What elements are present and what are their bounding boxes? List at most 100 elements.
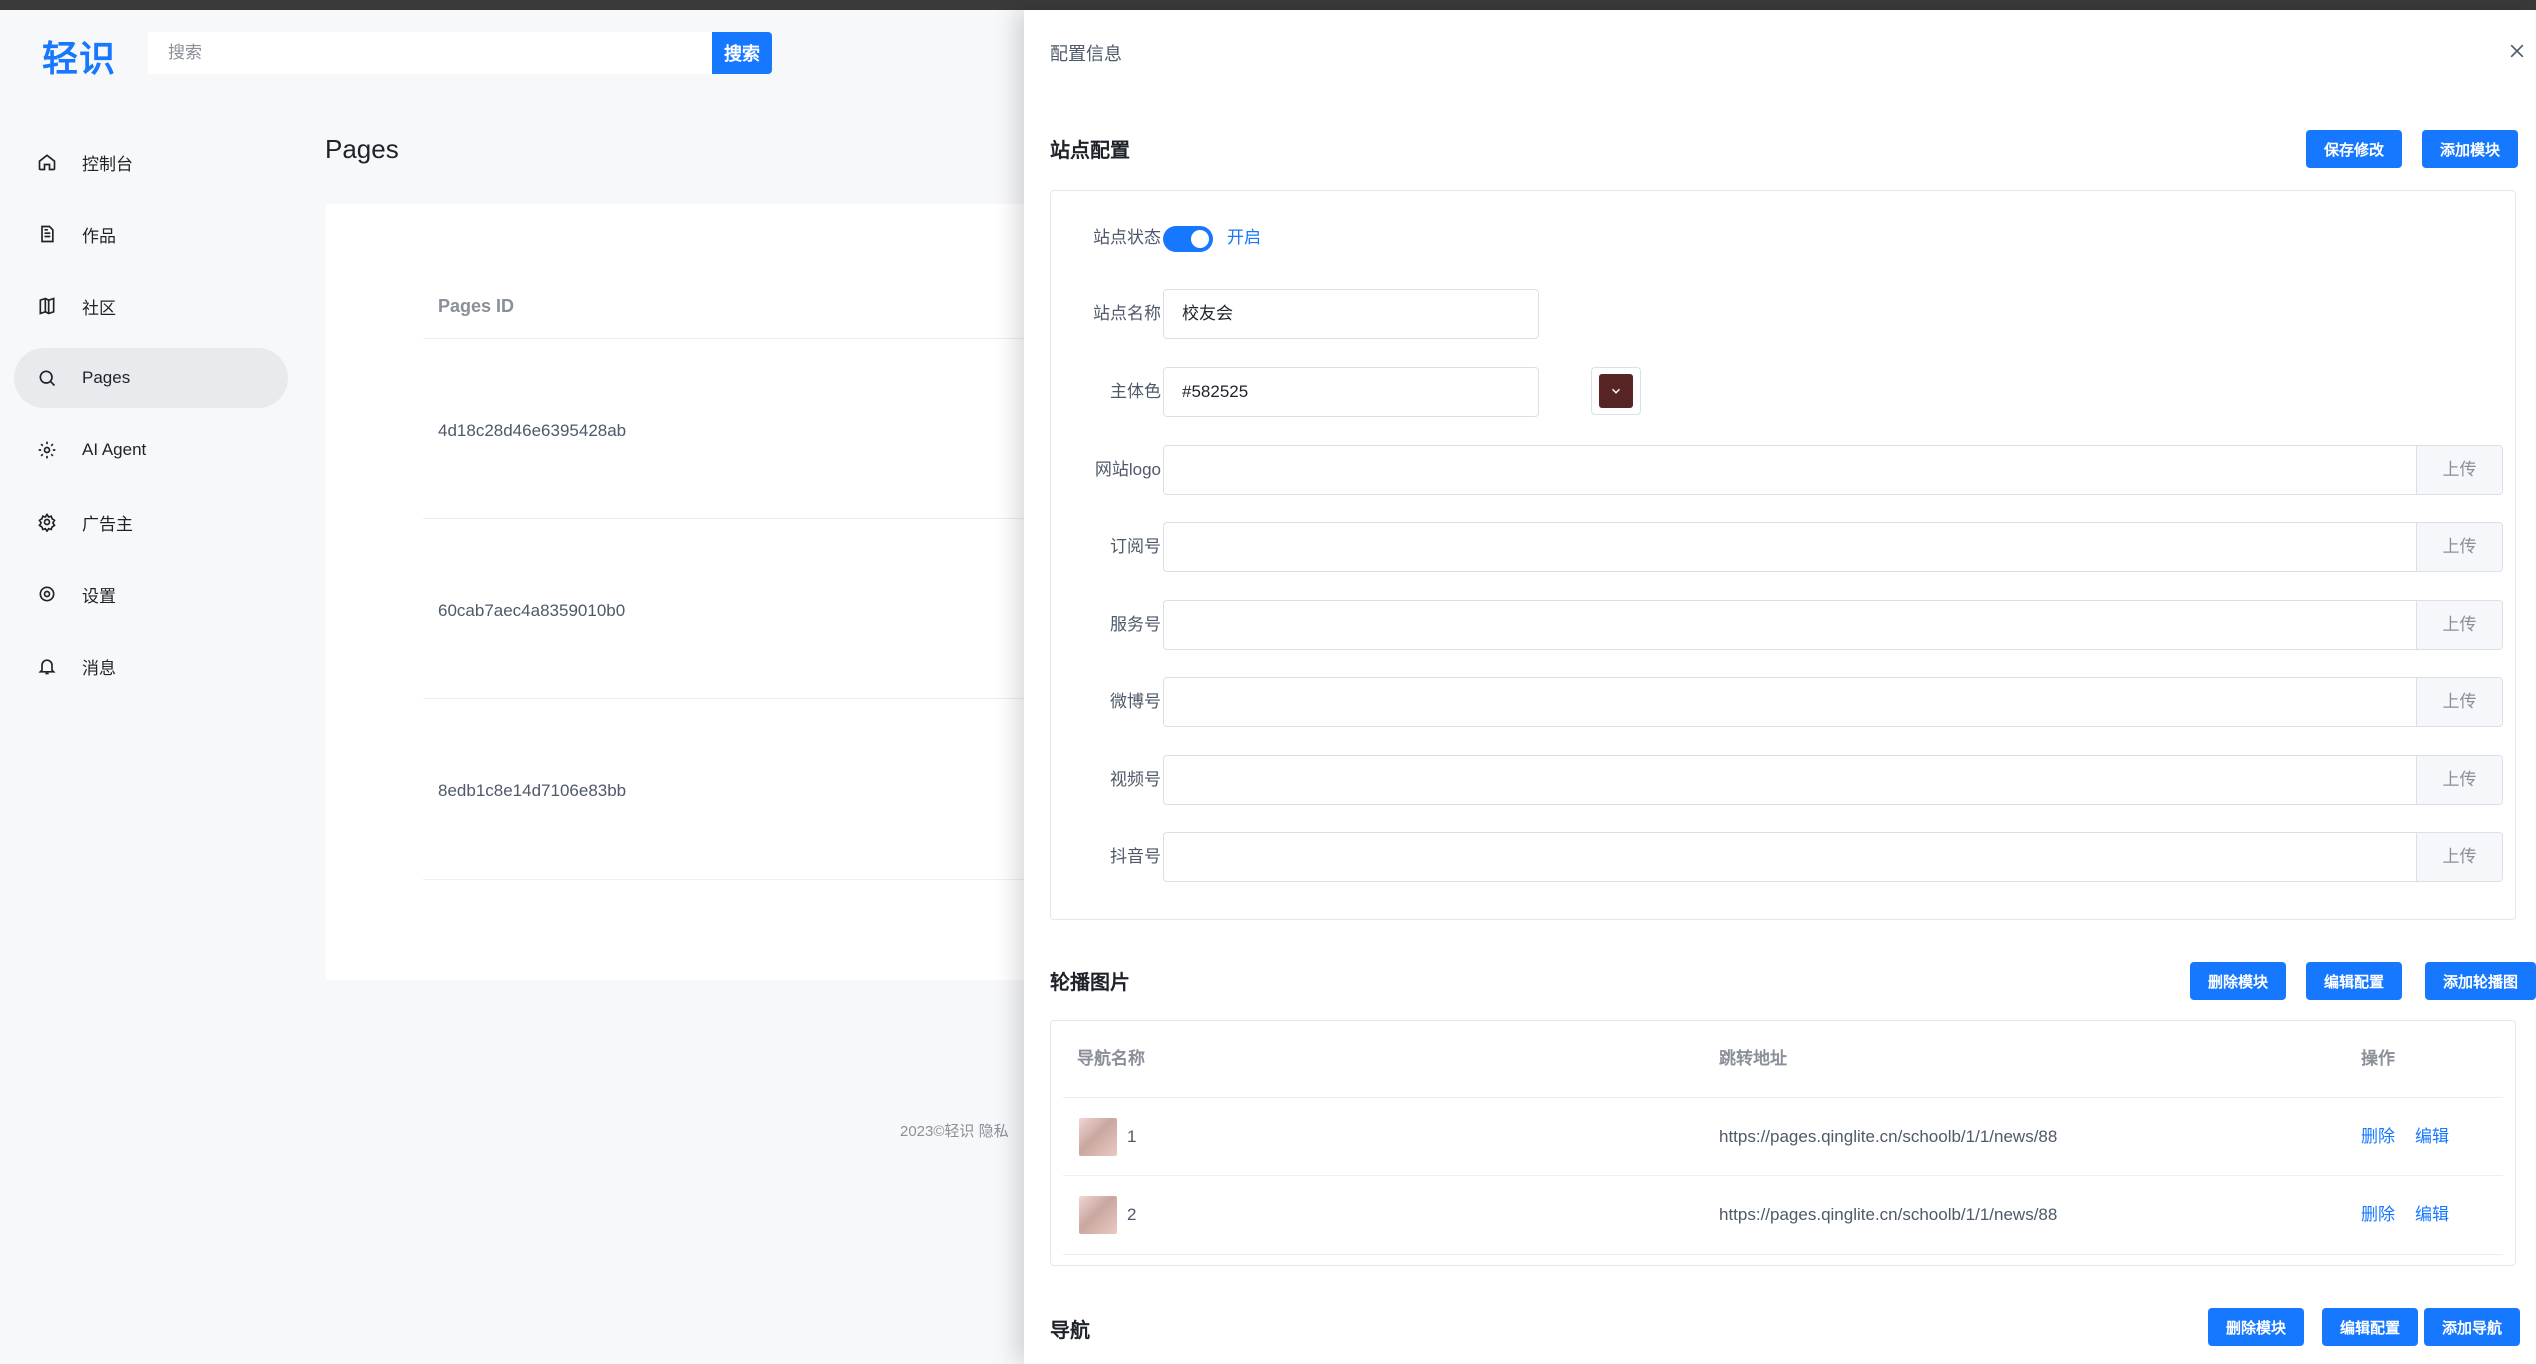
col-nav-name: 导航名称 — [1077, 1049, 1145, 1068]
delete-link[interactable]: 删除 — [2361, 1098, 2395, 1176]
service-upload-field[interactable]: 上传 — [1163, 599, 2503, 650]
theme-color-row: 主体色 #582525 — [1051, 367, 2515, 417]
logo-upload-field[interactable]: 上传 — [1163, 445, 2503, 495]
page-title: Pages — [325, 134, 399, 164]
video-upload-value — [1164, 770, 1182, 789]
sidebar-item-pages[interactable]: Pages — [14, 348, 288, 408]
close-icon[interactable] — [2502, 36, 2532, 66]
sidebar-item-advertiser[interactable]: 广告主 — [14, 492, 288, 552]
upload-button[interactable]: 上传 — [2416, 755, 2502, 804]
upload-button[interactable]: 上传 — [2416, 600, 2502, 649]
service-upload-row: 服务号 上传 — [1051, 599, 2515, 650]
delete-module-button[interactable]: 删除模块 — [2189, 962, 2286, 1000]
pages-id-cell: 4d18c28d46e6395428ab — [438, 421, 627, 440]
color-swatch — [1599, 374, 1633, 408]
delete-link[interactable]: 删除 — [2361, 1176, 2395, 1254]
add-nav-button[interactable]: 添加导航 — [2423, 1308, 2520, 1346]
site-status-label: 站点状态 — [1093, 228, 1161, 247]
search-bar: 搜索 — [148, 32, 772, 74]
settings-cog-icon — [36, 511, 58, 533]
carousel-thumbnail[interactable] — [1079, 1196, 1117, 1234]
config-drawer: 配置信息 站点配置 保存修改 添加模块 站点状态 开启 站点名称 校友会 主体色… — [1024, 10, 2536, 1364]
table-row[interactable]: 4d18c28d46e6395428ab — [423, 338, 1123, 519]
logo-upload-value — [1164, 460, 1182, 479]
sidebar-item-label: 设置 — [82, 586, 116, 606]
table-header-pages-id: Pages ID — [438, 296, 515, 316]
col-actions: 操作 — [2361, 1049, 2395, 1068]
upload-button[interactable]: 上传 — [2416, 523, 2502, 572]
site-config-panel: 站点状态 开启 站点名称 校友会 主体色 #582525 网站logo 上传订阅号… — [1050, 190, 2516, 920]
douyin-upload-field[interactable]: 上传 — [1163, 832, 2503, 882]
sidebar-item-messages[interactable]: 消息 — [14, 636, 288, 696]
sidebar-item-label: 作品 — [82, 226, 116, 246]
book-icon — [36, 295, 58, 317]
weibo-upload-field[interactable]: 上传 — [1163, 677, 2503, 728]
chevron-down-icon — [1611, 388, 1621, 394]
add-module-button[interactable]: 添加模块 — [2421, 130, 2518, 168]
save-changes-button[interactable]: 保存修改 — [2305, 130, 2402, 168]
site-status-toggle[interactable] — [1163, 226, 1213, 252]
table-row: 1 https://pages.qinglite.cn/schoolb/1/1/… — [1063, 1097, 2503, 1176]
drawer-title: 配置信息 — [1050, 44, 1122, 64]
pages-table-card: Pages ID 4d18c28d46e6395428ab 60cab7aec4… — [325, 204, 1123, 980]
pages-id-cell: 60cab7aec4a8359010b0 — [438, 601, 626, 620]
sidebar-item-label: 控制台 — [82, 154, 133, 174]
site-status-value: 开启 — [1227, 228, 1261, 247]
table-row[interactable]: 60cab7aec4a8359010b0 — [423, 518, 1123, 699]
sidebar-item-label: 社区 — [82, 298, 116, 318]
carousel-name: 1 — [1127, 1127, 1137, 1146]
sidebar-item-settings[interactable]: 设置 — [14, 564, 288, 624]
pages-id-cell: 8edb1c8e14d7106e83bb — [438, 781, 627, 800]
sidebar-item-label: AI Agent — [82, 440, 147, 459]
sidebar-item-community[interactable]: 社区 — [14, 276, 288, 336]
edit-config-button[interactable]: 编辑配置 — [2305, 962, 2402, 1000]
weibo-upload-value — [1164, 692, 1182, 711]
site-name-label: 站点名称 — [1093, 304, 1161, 323]
carousel-thumbnail[interactable] — [1079, 1118, 1117, 1156]
color-picker[interactable] — [1591, 367, 1641, 415]
nav-edit-config-button[interactable]: 编辑配置 — [2321, 1308, 2418, 1346]
search-button[interactable]: 搜索 — [712, 32, 772, 74]
table-row: 2 https://pages.qinglite.cn/schoolb/1/1/… — [1063, 1175, 2503, 1255]
app-logo[interactable]: 轻识 — [42, 30, 116, 82]
sidebar-item-works[interactable]: 作品 — [14, 204, 288, 264]
search-input[interactable] — [148, 32, 712, 74]
weibo-upload-label: 微博号 — [1110, 692, 1161, 712]
circle-settings-icon — [36, 583, 58, 605]
upload-button[interactable]: 上传 — [2416, 446, 2502, 494]
site-name-field[interactable]: 校友会 — [1163, 289, 1539, 339]
edit-link[interactable]: 编辑 — [2415, 1176, 2449, 1254]
nav-delete-module-button[interactable]: 删除模块 — [2207, 1308, 2304, 1346]
table-row[interactable]: 8edb1c8e14d7106e83bb — [423, 698, 1123, 880]
search-icon — [36, 367, 58, 389]
col-redirect-url: 跳转地址 — [1719, 1049, 1787, 1068]
footer-copyright: 2023©轻识 隐私 — [900, 1123, 1009, 1140]
sidebar-item-ai-agent[interactable]: AI Agent — [14, 420, 288, 480]
carousel-name: 2 — [1127, 1205, 1137, 1224]
carousel-url: https://pages.qinglite.cn/schoolb/1/1/ne… — [1719, 1127, 2058, 1146]
edit-link[interactable]: 编辑 — [2415, 1098, 2449, 1176]
subscription-upload-label: 订阅号 — [1110, 537, 1161, 557]
sidebar-item-label: Pages — [82, 368, 131, 387]
douyin-upload-label: 抖音号 — [1110, 847, 1161, 866]
document-icon — [36, 223, 58, 245]
video-upload-row: 视频号 上传 — [1051, 754, 2515, 805]
sidebar-item-label: 消息 — [82, 658, 116, 678]
service-upload-value — [1164, 615, 1182, 634]
upload-button[interactable]: 上传 — [2416, 678, 2502, 727]
site-config-title: 站点配置 — [1050, 140, 1130, 162]
logo-upload-row: 网站logo 上传 — [1051, 445, 2515, 495]
douyin-upload-value — [1164, 847, 1182, 866]
theme-color-field[interactable]: #582525 — [1163, 367, 1539, 417]
add-carousel-button[interactable]: 添加轮播图 — [2424, 962, 2536, 1000]
subscription-upload-field[interactable]: 上传 — [1163, 522, 2503, 573]
sidebar-item-label: 广告主 — [82, 514, 133, 534]
video-upload-field[interactable]: 上传 — [1163, 754, 2503, 805]
upload-button[interactable]: 上传 — [2416, 833, 2502, 881]
sidebar-item-dashboard[interactable]: 控制台 — [14, 132, 288, 192]
carousel-title: 轮播图片 — [1050, 972, 1130, 994]
bell-icon — [36, 655, 58, 677]
carousel-url: https://pages.qinglite.cn/schoolb/1/1/ne… — [1719, 1205, 2058, 1224]
site-status-row: 站点状态 开启 — [1051, 213, 2515, 263]
service-upload-label: 服务号 — [1110, 614, 1161, 634]
